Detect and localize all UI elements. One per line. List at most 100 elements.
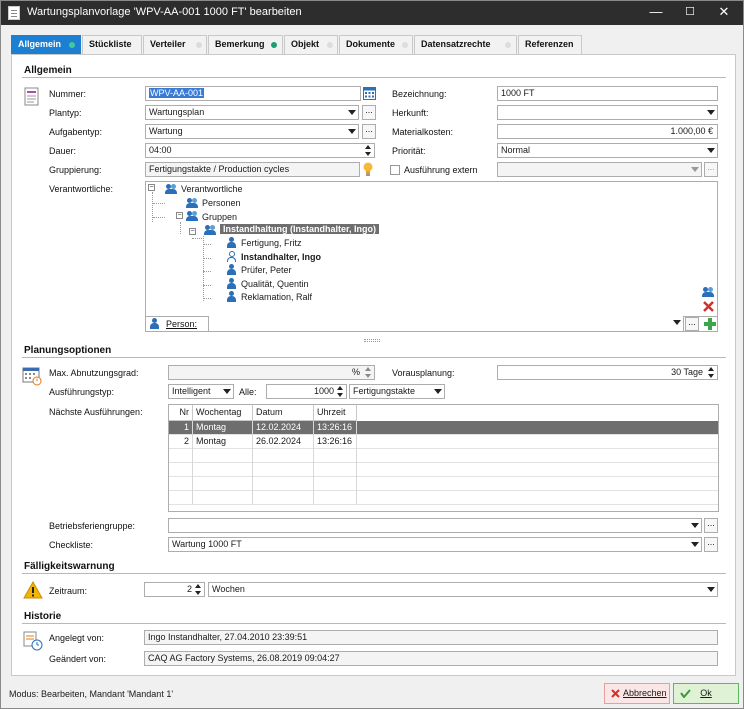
aufgabentyp-value: Wartung [149,126,183,136]
zeitraum-unit-select[interactable]: Wochen [208,582,718,597]
document-icon [8,6,20,20]
abnutzungsgrad-unit: % [351,367,360,377]
chevron-down-icon [707,587,715,592]
calendar-icon[interactable] [363,86,376,100]
tree-node-verantwortliche[interactable]: Verantwortliche [181,184,243,194]
chevron-down-icon [673,320,681,325]
close-button[interactable]: ✕ [707,1,741,25]
cell-empty [193,463,253,477]
ausfuehrung-extern-checkbox[interactable] [390,165,400,175]
ausfuehrung-extern-more-button[interactable]: ... [704,162,718,177]
warning-icon [23,581,43,599]
tab-objekt[interactable]: Objekt [284,35,338,54]
verantwortliche-tree[interactable]: − Verantwortliche Personen − Gruppen − I… [145,181,718,318]
vorausplanung-input[interactable]: 30 Tage [497,365,718,380]
tab-stueckliste[interactable]: Stückliste [82,35,142,54]
minimize-button[interactable]: — [639,1,673,25]
tab-allgemein[interactable]: Allgemein [11,35,81,54]
column-header-uhrzeit[interactable]: Uhrzeit [314,405,357,421]
ok-button[interactable]: Ok [673,683,739,704]
plantyp-value: Wartungsplan [149,107,205,117]
tree-node-member[interactable]: Instandhalter, Ingo [241,252,321,262]
cell-nr: 2 [169,435,193,449]
spinner-icon[interactable] [365,145,372,157]
ausfuehrung-extern-select[interactable] [497,162,702,177]
geaendert-von-field: CAQ AG Factory Systems, 26.08.2019 09:04… [144,651,718,666]
tree-node-gruppen[interactable]: Gruppen [202,212,237,222]
add-group-icon[interactable] [702,286,715,298]
maximize-button[interactable]: ☐ [673,1,707,25]
herkunft-select[interactable] [497,105,718,120]
zeitraum-input[interactable]: 2 [144,582,205,597]
tree-node-member[interactable]: Reklamation, Ralf [241,292,312,302]
chevron-down-icon [691,542,699,547]
alle-input[interactable]: 1000 [266,384,347,399]
dauer-input[interactable]: 04:00 [145,143,375,158]
tree-node-member[interactable]: Fertigung, Fritz [241,238,302,248]
aufgabentyp-select[interactable]: Wartung [145,124,359,139]
plantyp-select[interactable]: Wartungsplan [145,105,359,120]
spinner-icon[interactable] [708,367,715,379]
collapse-icon[interactable]: − [189,228,196,235]
tree-node-member[interactable]: Prüfer, Peter [241,265,292,275]
person-select[interactable] [208,316,684,331]
status-dot [505,42,511,48]
aufgabentyp-more-button[interactable]: ... [362,124,376,139]
person-label: Person: [166,319,198,329]
tab-datensatzrechte[interactable]: Datensatzrechte [414,35,517,54]
abbrechen-label: Abbrechen [623,688,667,698]
collapse-icon[interactable]: − [176,212,183,219]
spinner-icon[interactable] [195,584,202,596]
tab-verteiler[interactable]: Verteiler [143,35,207,54]
delete-icon[interactable] [703,301,714,312]
person-more-button[interactable]: ... [685,317,699,331]
splitter-handle[interactable] [364,339,380,342]
column-header-wochentag[interactable]: Wochentag [193,405,253,421]
tree-node-instandhaltung[interactable]: Instandhaltung (Instandhalter, Ingo) [220,224,379,234]
column-header-datum[interactable]: Datum [253,405,314,421]
checkliste-more-button[interactable]: ... [704,537,718,552]
spinner-icon[interactable] [337,386,344,398]
checkliste-select[interactable]: Wartung 1000 FT [168,537,702,552]
tree-node-member[interactable]: Qualität, Quentin [241,279,309,289]
divider [22,357,726,358]
tab-label: Referenzen [525,39,574,49]
plantyp-more-button[interactable]: ... [362,105,376,120]
collapse-icon[interactable]: − [148,184,155,191]
add-icon[interactable] [704,318,716,330]
person-icon [226,237,237,249]
alle-unit-select[interactable]: Fertigungstakte [349,384,445,399]
cell-empty [193,491,253,505]
abbrechen-button[interactable]: Abbrechen [604,683,670,704]
table-row[interactable]: 2 Montag 26.02.2024 13:26:16 [169,435,718,449]
status-dot [271,42,277,48]
table-row[interactable]: 1 Montag 12.02.2024 13:26:16 [169,421,718,435]
gruppierung-input[interactable]: Fertigungstakte / Production cycles [145,162,360,177]
prioritaet-select[interactable]: Normal [497,143,718,158]
column-header-nr[interactable]: Nr [169,405,193,421]
spinner-icon[interactable] [365,367,372,379]
nummer-input[interactable]: WPV-AA-001 [145,86,361,101]
status-dot [402,42,408,48]
ausfuehrungstyp-select[interactable]: Intelligent [168,384,234,399]
chevron-down-icon [434,389,442,394]
cell-empty [253,449,314,463]
betriebsferiengruppe-more-button[interactable]: ... [704,518,718,533]
materialkosten-input[interactable]: 1.000,00 € [497,124,718,139]
lightbulb-icon[interactable] [362,162,374,177]
betriebsferiengruppe-select[interactable] [168,518,702,533]
chevron-down-icon [691,523,699,528]
tab-referenzen[interactable]: Referenzen [518,35,582,54]
abnutzungsgrad-input[interactable]: % [168,365,375,380]
gruppierung-label: Gruppierung: [49,165,102,175]
cell-datum: 26.02.2024 [253,435,314,449]
tree-line [203,285,211,286]
bezeichnung-input[interactable]: 1000 FT [497,86,718,101]
tab-dokumente[interactable]: Dokumente [339,35,413,54]
tab-label: Dokumente [346,39,396,49]
calendar-schedule-icon [22,367,42,386]
tree-node-personen[interactable]: Personen [202,198,241,208]
tab-bemerkung[interactable]: Bemerkung [208,35,283,54]
naechste-ausfuehrungen-table[interactable]: Nr Wochentag Datum Uhrzeit 1 Montag 12.0… [168,404,719,512]
zeitraum-unit-value: Wochen [212,584,245,594]
